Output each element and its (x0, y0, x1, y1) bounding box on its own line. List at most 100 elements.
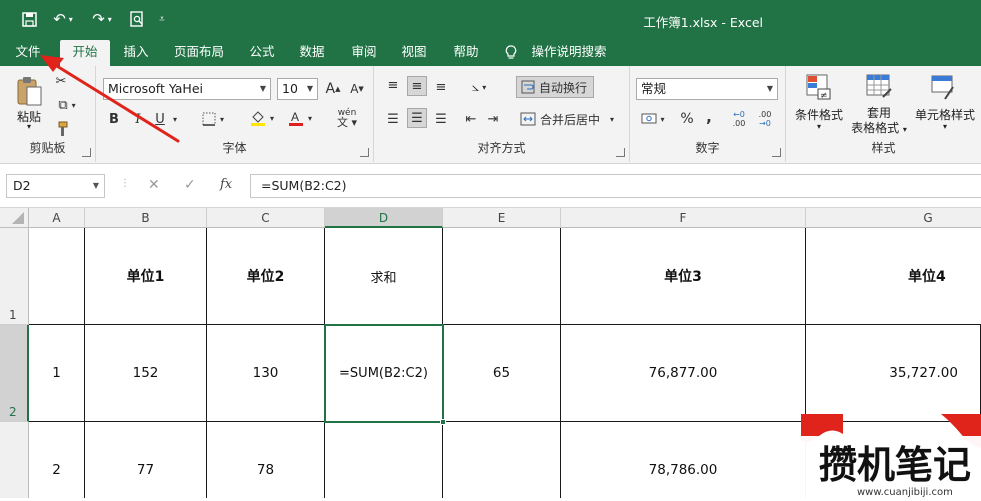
number-format-select[interactable]: 常规 ▼ (636, 78, 778, 100)
accounting-format-icon[interactable]: ▾ (638, 110, 668, 128)
cell-g1[interactable]: 单位4 (806, 228, 981, 325)
wrap-text-icon (521, 80, 535, 94)
tab-review[interactable]: 审阅 (344, 40, 384, 66)
cell-b1[interactable]: 单位1 (85, 228, 207, 325)
tab-help[interactable]: 帮助 (446, 40, 486, 66)
cell-e2[interactable]: 65 (443, 325, 561, 422)
cell-a2[interactable]: 1 (29, 325, 85, 422)
cell-f2[interactable]: 76,877.00 (561, 325, 806, 422)
font-size-select[interactable]: 10 ▼ (277, 78, 318, 100)
increase-decimal-button[interactable]: ←0.00 (728, 108, 750, 130)
decrease-indent-icon[interactable]: ⇤ (462, 110, 480, 128)
tab-home[interactable]: 开始 (60, 40, 110, 66)
column-header-f[interactable]: F (561, 208, 806, 228)
phonetic-guide-icon[interactable]: wén 文 ▾ (330, 106, 364, 130)
borders-icon[interactable]: ▾ (198, 110, 228, 128)
paste-dropdown-icon[interactable]: ▾ (20, 122, 38, 131)
orientation-icon[interactable]: ⦣ ▾ (464, 78, 494, 96)
cell-styles-label[interactable]: 单元格样式 (910, 106, 980, 123)
row-header-2[interactable]: 2 (0, 325, 29, 422)
fill-color-icon[interactable]: ▾ (246, 108, 278, 128)
align-bottom-icon[interactable]: ≡ (432, 78, 450, 96)
column-header-a[interactable]: A (29, 208, 85, 228)
shrink-font-icon[interactable]: A ▼ (348, 80, 366, 98)
formula-bar-grip-icon[interactable]: ⋮ (120, 178, 130, 189)
increase-indent-icon[interactable]: ⇥ (484, 110, 502, 128)
format-as-table-label[interactable]: 套用 表格格式 ▾ (848, 106, 910, 137)
percent-style-button[interactable]: % (678, 110, 696, 128)
number-label: 数字 (695, 141, 720, 155)
number-launcher[interactable] (772, 148, 781, 157)
cell-f3[interactable]: 78,786.00 (561, 422, 806, 498)
tab-file[interactable]: 文件 (6, 40, 50, 66)
cell-a3[interactable]: 2 (29, 422, 85, 498)
tab-formulas[interactable]: 公式 (242, 40, 282, 66)
wrap-text-button[interactable]: 自动换行 (516, 76, 594, 98)
font-color-icon[interactable]: A ▾ (284, 108, 316, 128)
format-as-table-icon[interactable] (864, 72, 894, 102)
cell-f1[interactable]: 单位3 (561, 228, 806, 325)
cell-c2[interactable]: 130 (207, 325, 325, 422)
tab-page-layout[interactable]: 页面布局 (168, 40, 230, 66)
tab-view[interactable]: 视图 (394, 40, 434, 66)
cell-b3[interactable]: 77 (85, 422, 207, 498)
merge-center-label: 合并后居中 (540, 112, 601, 127)
enter-icon[interactable]: ✓ (184, 177, 196, 193)
grow-font-glyph: A (325, 81, 336, 97)
decrease-decimal-button[interactable]: .00 →0 (754, 108, 776, 130)
clipboard-launcher[interactable] (82, 148, 91, 157)
conditional-formatting-icon[interactable]: ≠ (804, 72, 834, 102)
cell-a1[interactable] (29, 228, 85, 325)
insert-function-icon[interactable]: fx (220, 177, 232, 192)
row-header-1[interactable]: 1 (0, 228, 29, 325)
cancel-icon[interactable]: ✕ (148, 177, 160, 193)
cell-g2[interactable]: 35,727.00 (806, 325, 981, 422)
underline-button[interactable]: U (152, 110, 168, 128)
row-header-3[interactable] (0, 422, 29, 498)
align-top-icon[interactable]: ≡ (384, 76, 402, 94)
cell-e1[interactable] (443, 228, 561, 325)
align-middle-icon[interactable]: ≡ (407, 76, 427, 96)
cell-e3[interactable] (443, 422, 561, 498)
cell-b2[interactable]: 152 (85, 325, 207, 422)
tab-data[interactable]: 数据 (292, 40, 332, 66)
tab-insert[interactable]: 插入 (116, 40, 156, 66)
chevron-down-icon[interactable]: ▾ (936, 122, 954, 131)
select-all-corner[interactable] (0, 208, 29, 228)
formula-input[interactable]: =SUM(B2:C2) (250, 174, 981, 198)
cell-c3[interactable]: 78 (207, 422, 325, 498)
paste-icon[interactable] (14, 74, 44, 110)
cell-c1[interactable]: 单位2 (207, 228, 325, 325)
italic-button[interactable]: I (130, 110, 146, 128)
alignment-launcher[interactable] (616, 148, 625, 157)
column-header-g[interactable]: G (806, 208, 981, 228)
tell-me-search[interactable]: 操作说明搜索 (527, 40, 611, 66)
cell-d2[interactable]: =SUM(B2:C2) (324, 324, 444, 423)
font-launcher[interactable] (360, 148, 369, 157)
align-center-icon[interactable]: ☰ (407, 108, 427, 128)
name-box[interactable]: D2 ▼ (6, 174, 105, 198)
cell-styles-icon[interactable] (928, 72, 958, 102)
column-header-c[interactable]: C (207, 208, 325, 228)
comma-style-button[interactable]: , (702, 108, 716, 126)
cell-d3[interactable] (325, 422, 443, 498)
chevron-down-icon[interactable]: ▾ (810, 122, 828, 131)
align-right-icon[interactable]: ☰ (432, 110, 450, 128)
bold-button[interactable]: B (106, 110, 122, 128)
underline-dropdown-icon[interactable]: ▾ (170, 110, 180, 128)
format-painter-icon[interactable] (52, 120, 70, 138)
merge-center-button[interactable]: 合并后居中 ▾ (516, 108, 622, 130)
font-name-select[interactable]: Microsoft YaHei ▼ (103, 78, 271, 100)
copy-icon[interactable]: ⧉ ▾ (52, 96, 82, 114)
cut-icon[interactable]: ✂ (52, 72, 70, 90)
column-header-e[interactable]: E (443, 208, 561, 228)
column-header-b[interactable]: B (85, 208, 207, 228)
fill-handle[interactable] (440, 419, 446, 425)
watermark-text: 攒机笔记 (819, 443, 971, 487)
svg-text:A: A (291, 110, 299, 124)
grow-font-icon[interactable]: A ▲ (324, 80, 342, 98)
conditional-formatting-label[interactable]: 条件格式 (790, 106, 848, 123)
column-header-d[interactable]: D (325, 208, 443, 228)
align-left-icon[interactable]: ☰ (384, 110, 402, 128)
cell-d1[interactable]: 求和 (325, 228, 443, 325)
